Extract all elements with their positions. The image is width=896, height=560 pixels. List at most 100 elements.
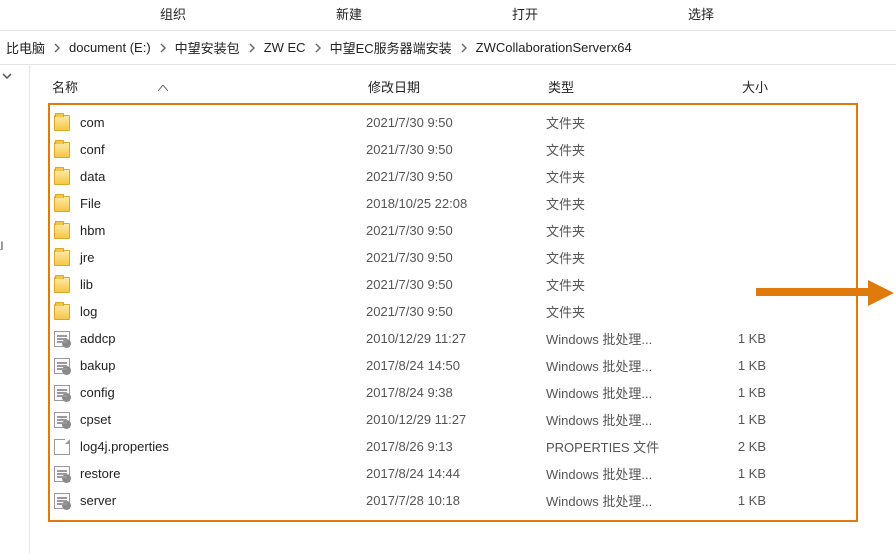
file-name: data	[80, 169, 105, 184]
file-name: File	[80, 196, 101, 211]
file-date: 2010/12/29 11:27	[366, 331, 546, 346]
file-type: 文件夹	[546, 302, 696, 321]
batch-file-icon	[54, 358, 70, 374]
chevron-right-icon[interactable]	[157, 43, 169, 53]
file-name: log	[80, 304, 97, 319]
file-date: 2021/7/30 9:50	[366, 250, 546, 265]
annotation-arrow-right	[756, 280, 894, 304]
breadcrumb-seg[interactable]: document (E:)	[63, 36, 157, 59]
file-date: 2021/7/30 9:50	[366, 223, 546, 238]
breadcrumb-seg[interactable]: 中望EC服务器端安装	[324, 34, 458, 61]
file-name: conf	[80, 142, 105, 157]
file-name: config	[80, 385, 115, 400]
table-row[interactable]: addcp2010/12/29 11:27Windows 批处理...1 KB	[50, 325, 856, 352]
file-type: Windows 批处理...	[546, 410, 696, 429]
file-size: 1 KB	[696, 412, 772, 427]
chevron-right-icon[interactable]	[458, 43, 470, 53]
file-type: 文件夹	[546, 140, 696, 159]
nav-stub-text: al	[0, 239, 29, 253]
ribbon-group-open[interactable]: 打开	[512, 0, 538, 23]
file-date: 2017/8/24 14:44	[366, 466, 546, 481]
col-header-size[interactable]: 大小	[698, 77, 778, 96]
chevron-right-icon[interactable]	[51, 43, 63, 53]
address-bar[interactable]: 比电脑 document (E:) 中望安装包 ZW EC 中望EC服务器端安装 ZWCo…	[0, 31, 896, 65]
file-type: Windows 批处理...	[546, 491, 696, 510]
folder-icon	[54, 277, 70, 293]
table-row[interactable]: bakup2017/8/24 14:50Windows 批处理...1 KB	[50, 352, 856, 379]
file-type: 文件夹	[546, 113, 696, 132]
file-date: 2021/7/30 9:50	[366, 304, 546, 319]
file-type: Windows 批处理...	[546, 464, 696, 483]
nav-expand-icon[interactable]	[2, 69, 12, 89]
file-icon	[54, 439, 70, 455]
file-date: 2021/7/30 9:50	[366, 115, 546, 130]
file-date: 2017/8/26 9:13	[366, 439, 546, 454]
chevron-right-icon[interactable]	[312, 43, 324, 53]
file-date: 2021/7/30 9:50	[366, 277, 546, 292]
table-row[interactable]: jre 2021/7/30 9:50文件夹	[50, 244, 856, 271]
col-header-name[interactable]: 名称	[48, 77, 368, 96]
folder-icon	[54, 223, 70, 239]
file-date: 2017/8/24 9:38	[366, 385, 546, 400]
sort-caret-icon	[158, 79, 168, 94]
file-size: 1 KB	[696, 385, 772, 400]
file-type: PROPERTIES 文件	[546, 437, 696, 456]
col-header-name-label: 名称	[52, 77, 78, 96]
file-name: jre	[80, 250, 94, 265]
folder-icon	[54, 304, 70, 320]
folder-icon	[54, 169, 70, 185]
file-size: 1 KB	[696, 493, 772, 508]
table-row[interactable]: data2021/7/30 9:50文件夹	[50, 163, 856, 190]
file-size: 2 KB	[696, 439, 772, 454]
batch-file-icon	[54, 493, 70, 509]
file-date: 2018/10/25 22:08	[366, 196, 546, 211]
file-list-highlight-box: com2021/7/30 9:50文件夹conf2021/7/30 9:50文件…	[48, 103, 858, 522]
table-row[interactable]: conf2021/7/30 9:50文件夹	[50, 136, 856, 163]
file-type: 文件夹	[546, 221, 696, 240]
file-size: 1 KB	[696, 331, 772, 346]
file-date: 2010/12/29 11:27	[366, 412, 546, 427]
file-type: 文件夹	[546, 275, 696, 294]
file-name: restore	[80, 466, 120, 481]
folder-icon	[54, 115, 70, 131]
file-name: server	[80, 493, 116, 508]
file-size: 1 KB	[696, 466, 772, 481]
file-type: Windows 批处理...	[546, 329, 696, 348]
table-row[interactable]: lib 2021/7/30 9:50文件夹	[50, 271, 856, 298]
ribbon-group-organize[interactable]: 组织	[160, 0, 186, 23]
batch-file-icon	[54, 466, 70, 482]
batch-file-icon	[54, 385, 70, 401]
file-date: 2017/8/24 14:50	[366, 358, 546, 373]
chevron-right-icon[interactable]	[246, 43, 258, 53]
file-name: com	[80, 115, 105, 130]
file-size: 1 KB	[696, 358, 772, 373]
table-row[interactable]: com 2021/7/30 9:50文件夹	[50, 109, 856, 136]
file-type: 文件夹	[546, 248, 696, 267]
file-date: 2017/7/28 10:18	[366, 493, 546, 508]
table-row[interactable]: restore 2017/8/24 14:44Windows 批处理...1 KB	[50, 460, 856, 487]
column-headers: 名称 修改日期 类型 大小	[48, 71, 888, 101]
table-row[interactable]: hbm2021/7/30 9:50文件夹	[50, 217, 856, 244]
file-name: log4j.properties	[80, 439, 169, 454]
ribbon-group-new[interactable]: 新建	[336, 0, 362, 23]
batch-file-icon	[54, 331, 70, 347]
table-row[interactable]: File2018/10/25 22:08文件夹	[50, 190, 856, 217]
col-header-date[interactable]: 修改日期	[368, 77, 548, 96]
file-name: lib	[80, 277, 93, 292]
table-row[interactable]: config2017/8/24 9:38Windows 批处理...1 KB	[50, 379, 856, 406]
breadcrumb-seg[interactable]: ZWCollaborationServerx64	[470, 36, 638, 59]
folder-icon	[54, 196, 70, 212]
nav-pane[interactable]: al	[0, 65, 30, 553]
ribbon-group-select[interactable]: 选择	[688, 0, 714, 23]
table-row[interactable]: cpset2010/12/29 11:27Windows 批处理...1 KB	[50, 406, 856, 433]
file-date: 2021/7/30 9:50	[366, 169, 546, 184]
table-row[interactable]: log4j.properties 2017/8/26 9:13PROPERTIES…	[50, 433, 856, 460]
file-list-area: 名称 修改日期 类型 大小 com2021/7/30 9:50文件夹conf20…	[30, 65, 896, 553]
col-header-type[interactable]: 类型	[548, 77, 698, 96]
table-row[interactable]: log 2021/7/30 9:50文件夹	[50, 298, 856, 325]
breadcrumb-seg[interactable]: 比电脑	[0, 34, 51, 61]
breadcrumb-seg[interactable]: ZW EC	[258, 36, 312, 59]
table-row[interactable]: server 2017/7/28 10:18Windows 批处理...1 KB	[50, 487, 856, 514]
breadcrumb: 比电脑 document (E:) 中望安装包 ZW EC 中望EC服务器端安装 ZWCo…	[0, 34, 638, 61]
breadcrumb-seg[interactable]: 中望安装包	[169, 34, 246, 61]
